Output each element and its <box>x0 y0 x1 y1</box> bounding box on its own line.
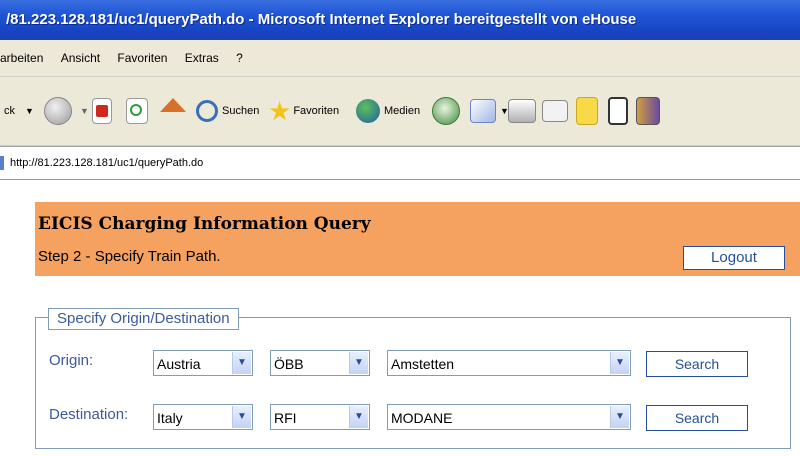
refresh-button[interactable] <box>126 95 148 127</box>
home-icon <box>160 98 186 112</box>
origin-station-select[interactable]: Amstetten ▼ <box>387 350 631 376</box>
star-icon: ★ <box>268 96 292 126</box>
dropdown-arrow-icon: ▼ <box>25 106 34 116</box>
menu-item-help[interactable]: ? <box>236 40 243 76</box>
destination-operator-select[interactable]: RFI ▼ <box>270 404 370 430</box>
destination-station-select[interactable]: MODANE ▼ <box>387 404 631 430</box>
chevron-down-icon: ▼ <box>232 352 251 374</box>
chevron-down-icon: ▼ <box>232 406 251 428</box>
chevron-down-icon: ▼ <box>349 352 368 374</box>
browser-toolbar: ck ▼ ▼ Suchen ★ Favoriten Medien ▼ <box>0 77 800 146</box>
window-title: /81.223.128.181/uc1/queryPath.do - Micro… <box>6 11 637 28</box>
chevron-down-icon: ▼ <box>349 406 368 428</box>
dropdown-arrow-icon: ▼ <box>80 106 89 116</box>
destination-country-select[interactable]: Italy ▼ <box>153 404 253 430</box>
forward-button[interactable]: ▼ <box>44 95 89 127</box>
menu-bar: arbeiten Ansicht Favoriten Extras ? <box>0 40 800 77</box>
menu-item-favoriten[interactable]: Favoriten <box>117 40 167 76</box>
menu-item-ansicht[interactable]: Ansicht <box>61 40 100 76</box>
messenger-icon <box>608 97 628 125</box>
chevron-down-icon: ▼ <box>610 352 629 374</box>
address-bar[interactable]: http://81.223.128.181/uc1/queryPath.do <box>0 146 800 181</box>
printer-icon <box>508 99 536 123</box>
menu-item-bearbeiten[interactable]: arbeiten <box>0 40 43 76</box>
note-icon <box>576 97 598 125</box>
page-header: EICIS Charging Information Query Step 2 … <box>35 202 800 276</box>
chevron-down-icon: ▼ <box>610 406 629 428</box>
destination-search-button[interactable]: Search <box>646 405 748 431</box>
mail-icon <box>470 99 496 123</box>
research-icon <box>636 97 660 125</box>
logout-button[interactable]: Logout <box>683 246 785 270</box>
stop-button[interactable] <box>92 95 112 127</box>
forward-arrow-icon <box>44 97 72 125</box>
messenger-button[interactable] <box>608 95 628 127</box>
home-button[interactable] <box>160 95 186 127</box>
media-icon <box>356 99 380 123</box>
print-button[interactable] <box>508 95 536 127</box>
search-icon <box>196 100 218 122</box>
origin-country-select[interactable]: Austria ▼ <box>153 350 253 376</box>
edit-icon <box>542 100 568 122</box>
back-button[interactable]: ck ▼ <box>4 95 34 127</box>
page-title: EICIS Charging Information Query <box>38 214 371 234</box>
notes-button[interactable] <box>576 95 598 127</box>
mail-button[interactable]: ▼ <box>470 95 509 127</box>
edit-button[interactable] <box>542 95 568 127</box>
history-button[interactable] <box>432 95 460 127</box>
web-content: EICIS Charging Information Query Step 2 … <box>0 180 800 456</box>
search-button[interactable]: Suchen <box>196 95 259 127</box>
media-button[interactable]: Medien <box>356 95 420 127</box>
favorites-button[interactable]: ★ Favoriten <box>268 95 339 127</box>
research-button[interactable] <box>636 95 660 127</box>
menu-item-extras[interactable]: Extras <box>185 40 219 76</box>
history-icon <box>432 97 460 125</box>
refresh-icon <box>126 98 148 124</box>
origin-destination-fieldset: Specify Origin/Destination Origin: Austr… <box>35 308 791 449</box>
page-icon <box>0 156 4 171</box>
origin-label: Origin: <box>49 352 94 369</box>
origin-search-button[interactable]: Search <box>646 351 748 377</box>
step-label: Step 2 - Specify Train Path. <box>38 248 221 265</box>
stop-icon <box>92 98 112 124</box>
fieldset-legend: Specify Origin/Destination <box>48 308 239 330</box>
window-title-bar: /81.223.128.181/uc1/queryPath.do - Micro… <box>0 0 800 40</box>
origin-operator-select[interactable]: ÖBB ▼ <box>270 350 370 376</box>
address-url[interactable]: http://81.223.128.181/uc1/queryPath.do <box>10 157 203 169</box>
destination-label: Destination: <box>49 406 129 423</box>
